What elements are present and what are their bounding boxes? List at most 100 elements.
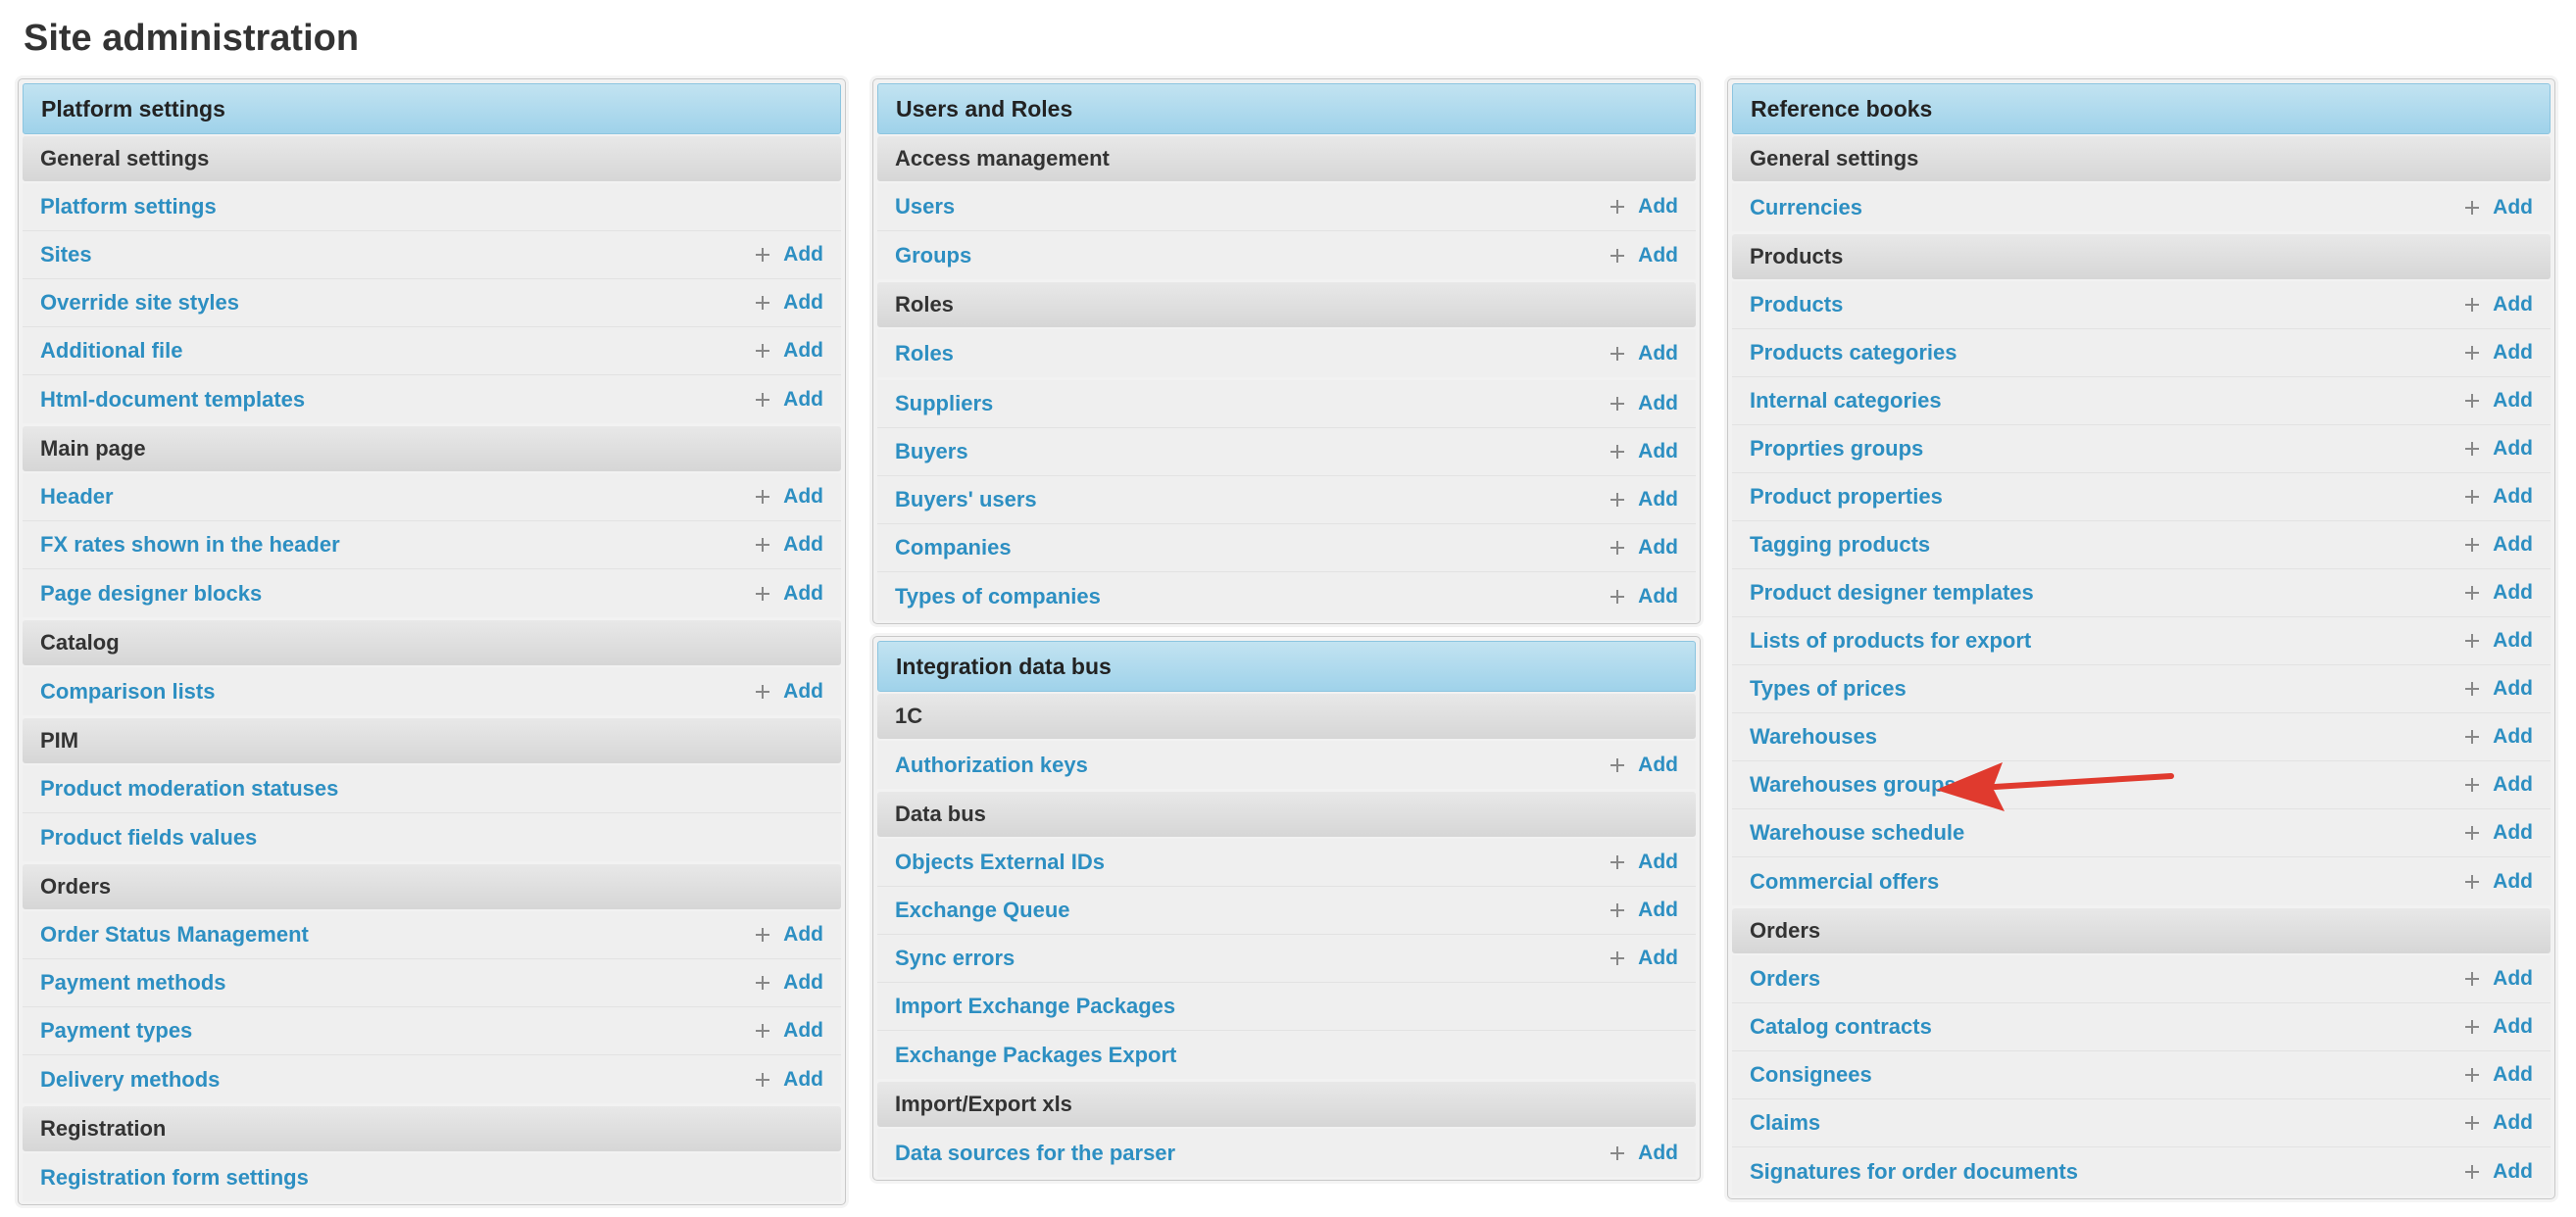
plus-icon: [756, 344, 770, 358]
link-products-categories[interactable]: Products categories: [1750, 340, 1957, 365]
link-warehouses[interactable]: Warehouses: [1750, 724, 1877, 750]
link-suppliers[interactable]: Suppliers: [895, 391, 993, 416]
add-button[interactable]: Add: [2465, 1015, 2533, 1039]
add-button[interactable]: Add: [2465, 967, 2533, 991]
link-catalog-contracts[interactable]: Catalog contracts: [1750, 1014, 1932, 1040]
link-authorization-keys[interactable]: Authorization keys: [895, 753, 1088, 778]
link-platform-settings[interactable]: Platform settings: [40, 194, 217, 219]
link-header[interactable]: Header: [40, 484, 114, 510]
link-types-of-prices[interactable]: Types of prices: [1750, 676, 1907, 702]
add-button[interactable]: Add: [2465, 773, 2533, 797]
add-button[interactable]: Add: [1610, 585, 1678, 608]
link-exchange-packages-export[interactable]: Exchange Packages Export: [895, 1043, 1176, 1068]
link-product-fields-values[interactable]: Product fields values: [40, 825, 257, 851]
column-platform: Platform settings General settings Platfor…: [18, 78, 846, 1217]
link-product-designer-templates[interactable]: Product designer templates: [1750, 580, 2034, 606]
add-button[interactable]: Add: [1610, 899, 1678, 922]
add-button[interactable]: Add: [2465, 341, 2533, 365]
add-button[interactable]: Add: [2465, 870, 2533, 894]
link-page-designer-blocks[interactable]: Page designer blocks: [40, 581, 262, 607]
link-override-site-styles[interactable]: Override site styles: [40, 290, 239, 316]
add-button[interactable]: Add: [756, 485, 823, 509]
add-button[interactable]: Add: [2465, 725, 2533, 749]
add-button[interactable]: Add: [756, 1019, 823, 1043]
add-button[interactable]: Add: [1610, 342, 1678, 365]
link-lists-of-products-for-export[interactable]: Lists of products for export: [1750, 628, 2031, 654]
link-internal-categories[interactable]: Internal categories: [1750, 388, 1942, 414]
add-button[interactable]: Add: [756, 291, 823, 315]
add-button[interactable]: Add: [2465, 196, 2533, 219]
add-button[interactable]: Add: [2465, 1063, 2533, 1087]
add-button[interactable]: Add: [2465, 1160, 2533, 1184]
add-button[interactable]: Add: [1610, 536, 1678, 560]
add-label: Add: [2493, 389, 2533, 412]
link-commercial-offers[interactable]: Commercial offers: [1750, 869, 1939, 895]
add-button[interactable]: Add: [1610, 392, 1678, 415]
link-roles[interactable]: Roles: [895, 341, 954, 366]
add-button[interactable]: Add: [756, 533, 823, 557]
link-sites[interactable]: Sites: [40, 242, 92, 268]
link-types-of-companies[interactable]: Types of companies: [895, 584, 1101, 609]
add-button[interactable]: Add: [1610, 488, 1678, 511]
item-list: Data sources for the parser Add: [877, 1129, 1696, 1177]
link-comparison-lists[interactable]: Comparison lists: [40, 679, 215, 705]
add-button[interactable]: Add: [756, 680, 823, 704]
add-button[interactable]: Add: [1610, 754, 1678, 777]
add-button[interactable]: Add: [1610, 947, 1678, 970]
add-button[interactable]: Add: [756, 388, 823, 412]
add-button[interactable]: Add: [1610, 440, 1678, 463]
link-claims[interactable]: Claims: [1750, 1110, 1820, 1136]
add-button[interactable]: Add: [2465, 485, 2533, 509]
add-button[interactable]: Add: [2465, 437, 2533, 461]
add-button[interactable]: Add: [756, 582, 823, 606]
link-objects-external-ids[interactable]: Objects External IDs: [895, 850, 1105, 875]
link-registration-form-settings[interactable]: Registration form settings: [40, 1165, 309, 1191]
add-button[interactable]: Add: [756, 339, 823, 363]
add-button[interactable]: Add: [2465, 389, 2533, 413]
link-import-exchange-packages[interactable]: Import Exchange Packages: [895, 994, 1175, 1019]
link-payment-types[interactable]: Payment types: [40, 1018, 192, 1044]
link-sync-errors[interactable]: Sync errors: [895, 946, 1015, 971]
add-button[interactable]: Add: [2465, 821, 2533, 845]
add-button[interactable]: Add: [1610, 195, 1678, 219]
link-products[interactable]: Products: [1750, 292, 1843, 317]
add-button[interactable]: Add: [756, 923, 823, 947]
link-warehouse-schedule[interactable]: Warehouse schedule: [1750, 820, 1964, 846]
link-orders[interactable]: Orders: [1750, 966, 1820, 992]
add-button[interactable]: Add: [1610, 851, 1678, 874]
add-button[interactable]: Add: [2465, 293, 2533, 316]
link-exchange-queue[interactable]: Exchange Queue: [895, 898, 1070, 923]
add-button[interactable]: Add: [756, 971, 823, 995]
link-consignees[interactable]: Consignees: [1750, 1062, 1872, 1088]
list-item: Import Exchange Packages: [877, 983, 1696, 1031]
link-data-sources-for-the-parser[interactable]: Data sources for the parser: [895, 1141, 1175, 1166]
link-proprties-groups[interactable]: Proprties groups: [1750, 436, 1923, 462]
link-buyers-users[interactable]: Buyers' users: [895, 487, 1037, 512]
link-html-document-templates[interactable]: Html-document templates: [40, 387, 305, 413]
link-currencies[interactable]: Currencies: [1750, 195, 1862, 220]
link-warehouses-groups[interactable]: Warehouses groups: [1750, 772, 1957, 798]
link-additional-file[interactable]: Additional file: [40, 338, 182, 364]
add-button[interactable]: Add: [756, 1068, 823, 1092]
link-groups[interactable]: Groups: [895, 243, 971, 268]
link-order-status-management[interactable]: Order Status Management: [40, 922, 309, 948]
link-delivery-methods[interactable]: Delivery methods: [40, 1067, 220, 1093]
add-button[interactable]: Add: [2465, 677, 2533, 701]
add-button[interactable]: Add: [1610, 244, 1678, 268]
link-fx-rates-shown-in-the-header[interactable]: FX rates shown in the header: [40, 532, 340, 558]
add-button[interactable]: Add: [756, 243, 823, 267]
link-product-properties[interactable]: Product properties: [1750, 484, 1943, 510]
link-users[interactable]: Users: [895, 194, 955, 219]
add-button[interactable]: Add: [2465, 533, 2533, 557]
link-signatures-for-order-documents[interactable]: Signatures for order documents: [1750, 1159, 2078, 1185]
link-buyers[interactable]: Buyers: [895, 439, 968, 464]
link-product-moderation-statuses[interactable]: Product moderation statuses: [40, 776, 338, 802]
add-button[interactable]: Add: [2465, 629, 2533, 653]
add-button[interactable]: Add: [2465, 1111, 2533, 1135]
list-item: Sync errors Add: [877, 935, 1696, 983]
link-tagging-products[interactable]: Tagging products: [1750, 532, 1930, 558]
add-button[interactable]: Add: [2465, 581, 2533, 605]
add-button[interactable]: Add: [1610, 1142, 1678, 1165]
link-payment-methods[interactable]: Payment methods: [40, 970, 226, 996]
link-companies[interactable]: Companies: [895, 535, 1012, 560]
